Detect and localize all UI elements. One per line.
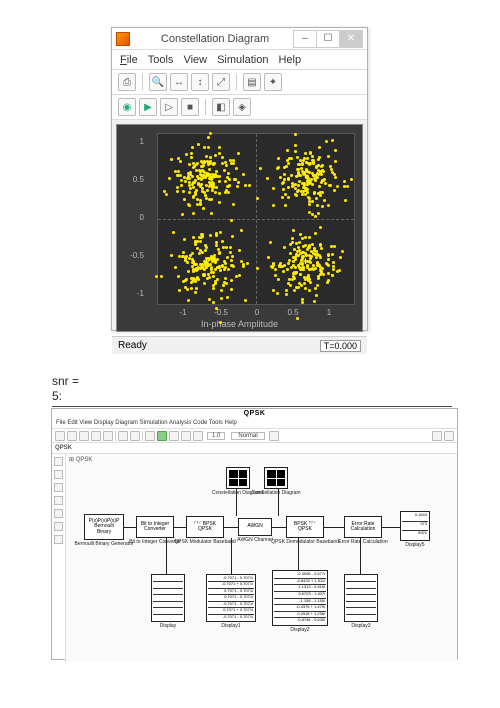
snr-label: snr = — [52, 374, 452, 389]
display2-block[interactable]: -0.3006 - 0.577i-0.8432 + 1.511i1.1313 -… — [272, 570, 328, 626]
constellation-window: Constellation Diagram – ☐ ✕ FFileile Too… — [111, 27, 368, 331]
sim-time-input[interactable]: 1.0 — [207, 432, 225, 440]
scope-block-2[interactable]: Constellation Diagram — [264, 467, 288, 489]
nav-hide-icon[interactable] — [54, 457, 63, 466]
maximize-button[interactable]: ☐ — [316, 30, 340, 48]
display3-block[interactable]: Display3 — [344, 574, 378, 622]
sim-tab[interactable]: QPSK — [55, 445, 72, 451]
menu-file[interactable]: FFileile — [120, 54, 138, 66]
x-axis-label: In-phase Amplitude — [201, 319, 278, 329]
qpsk-demod-block[interactable]: BPSK ⸀⸁⸂QPSK QPSK Demodulator Baseband — [286, 516, 324, 538]
fast-restart-icon[interactable] — [269, 431, 279, 441]
step-fwd-icon[interactable] — [169, 431, 179, 441]
ytick: 0.5 — [128, 175, 144, 184]
annotate-icon[interactable] — [54, 496, 63, 505]
statusbar: Ready T=0.000 — [112, 336, 367, 354]
simulink-window: QPSK File Edit View Display Diagram Simu… — [51, 408, 458, 660]
ytick: -0.5 — [128, 251, 144, 260]
xtick: 1 — [327, 308, 331, 317]
status-time: T=0.000 — [320, 340, 361, 352]
area-icon[interactable] — [54, 522, 63, 531]
menu-help[interactable]: Help — [278, 54, 301, 66]
ytick: 0 — [128, 213, 144, 222]
gear-icon[interactable] — [432, 431, 442, 441]
close-button[interactable]: ✕ — [339, 30, 363, 48]
toolbar-1: ⎙ 🔍 ↔ ↕ ⤢ ▤ ✦ — [112, 70, 367, 95]
autoscale-icon[interactable]: ⤢ — [212, 73, 230, 91]
step-fwd-icon[interactable]: ▷ — [160, 98, 178, 116]
bit2int-block[interactable]: Bit to IntegerConverter Bit to Integer C… — [136, 516, 174, 538]
scatter-canvas: ++++ — [157, 133, 355, 305]
stop-icon[interactable] — [181, 431, 191, 441]
breadcrumb[interactable]: ⊞ QPSK — [69, 456, 92, 463]
sim-toolbar: 1.0 Normal — [52, 429, 457, 443]
bernoulli-source-block[interactable]: P(x)P(x)P(x)PBernoulliBinary Bernoulli B… — [84, 514, 124, 540]
help-icon[interactable] — [444, 431, 454, 441]
qpsk-mod-block[interactable]: ⸀⸁⸂ BPSKQPSK QPSK Modulator Baseband — [186, 516, 224, 538]
palette-rail — [52, 454, 66, 662]
xtick: 0.5 — [287, 308, 298, 317]
run-icon[interactable]: ▶ — [139, 98, 157, 116]
stop-icon[interactable]: ■ — [181, 98, 199, 116]
display-block[interactable]: Display — [151, 574, 185, 622]
zoom-x-icon[interactable]: ↔ — [170, 73, 188, 91]
zoom-y-icon[interactable]: ↕ — [191, 73, 209, 91]
step-back-icon[interactable] — [145, 431, 155, 441]
status-ready: Ready — [118, 340, 147, 351]
back-icon[interactable] — [79, 431, 89, 441]
style-icon[interactable]: ✦ — [264, 73, 282, 91]
zoom-in-icon[interactable] — [54, 483, 63, 492]
menubar: FFileile Tools View Simulation Help — [112, 50, 367, 70]
image-block-icon[interactable] — [54, 509, 63, 518]
fit-view-icon[interactable] — [54, 470, 63, 479]
window-title: Constellation Diagram — [136, 33, 294, 45]
save-icon[interactable] — [67, 431, 77, 441]
sim-mode-select[interactable]: Normal — [231, 432, 264, 440]
zoom-in-icon[interactable]: 🔍 — [149, 73, 167, 91]
record-icon[interactable] — [193, 431, 203, 441]
menu-tools[interactable]: Tools — [148, 54, 174, 66]
toolbar-2: ◉ ▶ ▷ ■ ◧ ◈ — [112, 95, 367, 120]
run-icon[interactable] — [157, 431, 167, 441]
viewmark-icon[interactable] — [54, 535, 63, 544]
menu-view[interactable]: View — [183, 54, 207, 66]
titlebar[interactable]: Constellation Diagram – ☐ ✕ — [112, 28, 367, 50]
constellation-plot[interactable]: Quadrature Amplitude In-phase Amplitude … — [116, 124, 363, 332]
sim-title: QPSK — [52, 409, 457, 418]
lib-browser-icon[interactable] — [118, 431, 128, 441]
minimize-button[interactable]: – — [293, 30, 317, 48]
display1-block[interactable]: -0.7071 - 0.7071i-0.7071 + 0.7071i0.7071… — [206, 574, 256, 622]
window-buttons: – ☐ ✕ — [294, 30, 363, 48]
print-icon[interactable]: ⎙ — [118, 73, 136, 91]
fwd-icon[interactable] — [91, 431, 101, 441]
ytick: 1 — [128, 137, 144, 146]
sim-tabbar: QPSK — [52, 443, 457, 454]
snr-value: 5: — [52, 389, 452, 404]
awgn-block[interactable]: AWGN AWGN Channel — [238, 518, 272, 536]
xtick: 0 — [255, 308, 259, 317]
scope-block-1[interactable]: Constellation Diagram1 — [226, 467, 250, 489]
xtick: -1 — [179, 308, 186, 317]
menu-simulation[interactable]: Simulation — [217, 54, 268, 66]
matlab-app-icon — [116, 32, 130, 46]
ytick: -1 — [128, 289, 144, 298]
new-model-icon[interactable] — [55, 431, 65, 441]
display5-block[interactable]: 0.16439735921 Display5 — [400, 511, 430, 541]
model-explorer-icon[interactable] — [130, 431, 140, 441]
sim-menubar[interactable]: File Edit View Display Diagram Simulatio… — [52, 418, 457, 429]
command-output: snr = 5: — [52, 374, 452, 407]
highlight-icon[interactable]: ◈ — [233, 98, 251, 116]
settings-icon[interactable]: ◉ — [118, 98, 136, 116]
model-canvas[interactable]: ⊞ QPSK Constellation Diagram1 Constellat… — [66, 454, 457, 662]
error-rate-block[interactable]: Error RateCalculation Error Rate Calcula… — [344, 516, 382, 538]
snapshot-icon[interactable]: ◧ — [212, 98, 230, 116]
legend-icon[interactable]: ▤ — [243, 73, 261, 91]
up-icon[interactable] — [103, 431, 113, 441]
